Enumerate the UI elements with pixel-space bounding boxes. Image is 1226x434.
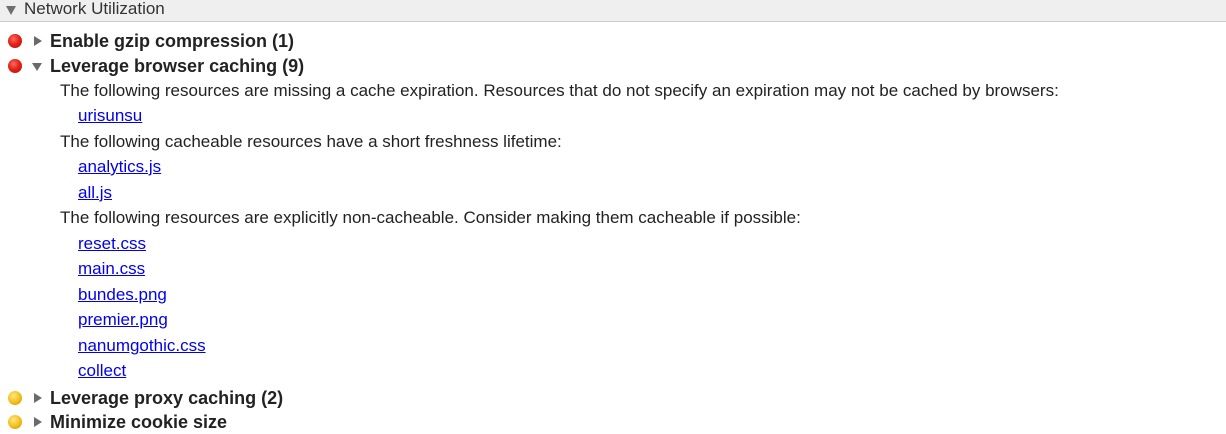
detail-text-short-freshness: The following cacheable resources have a…	[60, 132, 562, 151]
rule-row-proxy-caching[interactable]: Leverage proxy caching (2)	[0, 386, 1226, 410]
rule-label-cookie-size[interactable]: Minimize cookie size	[50, 411, 227, 433]
resource-link[interactable]: collect	[78, 360, 126, 382]
section-title: Network Utilization	[24, 0, 165, 18]
detail-text-missing-expiration: The following resources are missing a ca…	[60, 81, 1059, 100]
rule-row-gzip[interactable]: Enable gzip compression (1)	[0, 29, 1226, 53]
resource-link[interactable]: bundes.png	[78, 284, 167, 306]
resource-link[interactable]: all.js	[78, 182, 112, 204]
rule-row-cookie-size[interactable]: Minimize cookie size	[0, 410, 1226, 434]
resource-link[interactable]: premier.png	[78, 309, 168, 331]
rule-label-gzip[interactable]: Enable gzip compression (1)	[50, 30, 294, 52]
collapse-triangle-icon[interactable]	[6, 6, 16, 15]
rule-row-browser-caching[interactable]: Leverage browser caching (9)	[0, 54, 1226, 78]
detail-text-non-cacheable: The following resources are explicitly n…	[60, 208, 801, 227]
collapse-triangle-icon[interactable]	[32, 63, 42, 71]
expand-triangle-icon[interactable]	[34, 417, 42, 427]
red-severity-icon	[8, 59, 22, 73]
resource-link[interactable]: urisunsu	[78, 105, 142, 127]
expand-triangle-icon[interactable]	[34, 36, 42, 46]
yellow-severity-icon	[8, 391, 22, 405]
yellow-severity-icon	[8, 415, 22, 429]
resource-link[interactable]: nanumgothic.css	[78, 335, 206, 357]
rule-label-proxy-caching[interactable]: Leverage proxy caching (2)	[50, 387, 283, 409]
resource-link[interactable]: main.css	[78, 258, 145, 280]
section-header[interactable]: Network Utilization	[0, 0, 1226, 22]
resource-link[interactable]: analytics.js	[78, 156, 161, 178]
resource-link[interactable]: reset.css	[78, 233, 146, 255]
rule-label-browser-caching[interactable]: Leverage browser caching (9)	[50, 55, 304, 77]
expand-triangle-icon[interactable]	[34, 393, 42, 403]
red-severity-icon	[8, 34, 22, 48]
